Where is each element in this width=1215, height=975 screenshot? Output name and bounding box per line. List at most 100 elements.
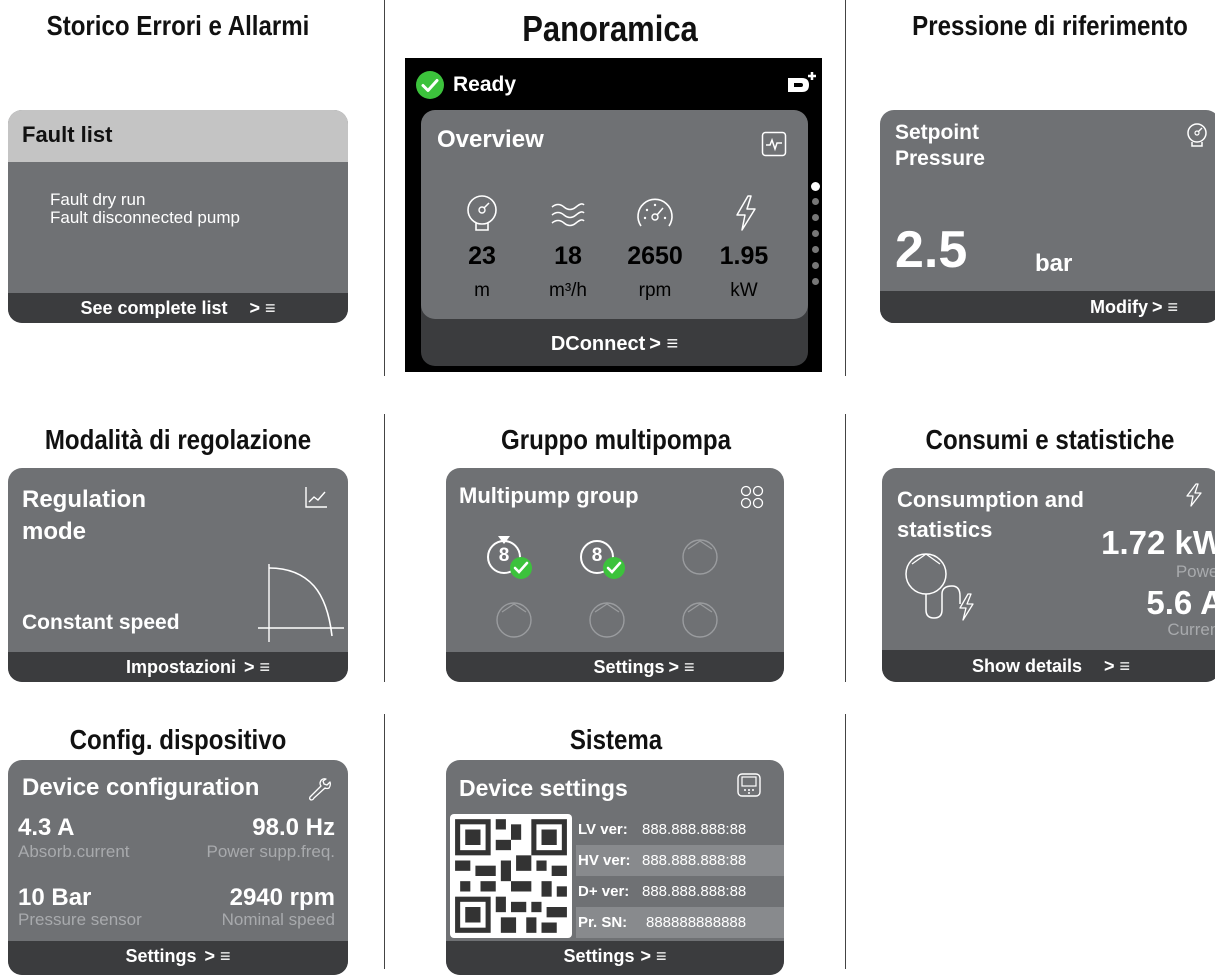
caption-config: Config. dispositivo [69,724,287,755]
footer-label: Settings [125,946,197,966]
overview-screen: Ready Overview 23 18 2650 1.95 m m³/h rp… [405,58,822,372]
metric-power-unit: kW [730,280,758,301]
dconnect-button[interactable]: DConnect > ≡ [421,322,808,366]
chevron-menu-icon: > ≡ [668,657,695,677]
page-dot [812,230,819,237]
fault-item: Fault disconnected pump [50,208,240,227]
lightning-icon [1186,483,1202,507]
chevron-menu-icon: > ≡ [1104,656,1131,676]
footer-label: Show details [971,656,1082,676]
caption-multipump: Gruppo multipompa [500,424,732,455]
power-label: Power [1175,562,1215,581]
see-complete-list-button[interactable]: See complete list > ≡ [8,293,348,323]
page-dot [812,198,819,205]
pump-1[interactable]: 8 [484,532,544,582]
power-freq-value: 98.0 Hz [252,814,335,841]
current-label: Current [1167,620,1215,639]
footer-label: Impostazioni [125,657,236,677]
footer-label: Settings [593,657,665,677]
pressure-sensor-label: Pressure sensor [18,910,142,929]
overview-card: Overview 23 18 2650 1.95 m m³/h rpm kW D… [421,110,808,366]
fault-list-header: Fault list [8,110,348,162]
caption-setpoint: Pressione di riferimento [912,10,1188,41]
pump-slot-icon[interactable] [494,600,534,640]
multipump-icon [740,485,764,509]
nominal-speed-label: Nominal speed [221,910,335,929]
gauge-icon [1187,123,1207,147]
config-title: Device configuration [22,774,260,801]
pump-slot-icon[interactable] [680,537,720,577]
fault-list-title: Fault list [22,122,113,147]
footer-label: Settings [563,946,635,966]
serial-value: 888888888888 [646,914,747,931]
overview-card-body: Overview 23 18 2650 1.95 m m³/h rpm kW [421,110,808,319]
setpoint-card: Setpoint Pressure 2.5 bar Modify > ≡ [880,110,1215,323]
caption-faults: Storico Errori e Allarmi [46,10,310,41]
version-value: 888.888.888:88 [642,821,747,838]
version-row: HV ver: 888.888.888:88 [576,845,784,876]
multipump-title: Multipump group [459,483,639,508]
dconnect-logo-icon [788,72,816,92]
show-details-button[interactable]: Show details > ≡ [882,650,1215,682]
footer-label: See complete list [80,298,228,318]
absorb-current-value: 4.3 A [18,814,75,841]
page-dot [812,278,819,285]
regulation-title-line1: Regulation [22,486,146,513]
footer-label: Modify [1089,297,1148,317]
column-divider [384,0,385,376]
line-chart-icon [305,487,327,508]
status-label: Ready [453,73,517,96]
column-divider [384,414,385,682]
footer-label: DConnect [550,333,646,355]
page-dot-active [811,182,820,191]
absorb-current-label: Absorb.current [18,842,130,861]
gauge-icon [467,195,497,231]
pump-slot-icon[interactable] [587,600,627,640]
pressure-sensor-value: 10 Bar [18,884,92,911]
regulation-title-line2: mode [22,518,87,545]
version-label: HV ver: [578,852,631,869]
consumption-card: Consumption and statistics 1.72 kW Power… [882,468,1215,682]
settings-button[interactable]: Settings > ≡ [8,941,348,975]
wrench-icon [309,778,331,801]
impostazioni-button[interactable]: Impostazioni > ≡ [8,652,348,682]
modify-button[interactable]: Modify > ≡ [880,291,1215,323]
metric-flow-unit: m³/h [549,280,587,301]
current-value: 5.6 A [1146,584,1215,621]
settings-button[interactable]: Settings > ≡ [446,941,784,975]
version-value: 888.888.888:88 [642,852,747,869]
speedometer-icon [637,198,673,227]
pump-icon [487,536,532,579]
caption-system: Sistema [569,724,663,755]
version-row: D+ ver: 888.888.888:88 [576,876,784,907]
system-card: Device settings LV ver: 888.888.888:88 H… [446,760,784,975]
page-dot [812,246,819,253]
pump-icon [580,540,625,579]
setpoint-value: 2.5 [895,221,968,279]
qr-code [450,814,572,938]
pump-2[interactable]: 8 [577,532,637,582]
flow-icon [551,203,585,227]
metric-flow-value: 18 [554,242,582,270]
settings-button[interactable]: Settings > ≡ [446,652,784,682]
metric-head-value: 23 [468,242,496,270]
chevron-menu-icon: > ≡ [249,298,276,318]
lightning-icon [736,195,756,231]
fault-list-card: Fault list Fault dry run Fault disconnec… [8,110,348,323]
pump-slot-icon[interactable] [680,600,720,640]
version-value: 888.888.888:88 [642,883,747,900]
power-value: 1.72 kW [1101,524,1215,561]
version-label: LV ver: [578,821,628,838]
column-divider [384,714,385,969]
page-indicator[interactable] [811,182,821,292]
column-divider [845,0,846,376]
pump-power-icon [905,553,974,621]
serial-label: Pr. SN: [578,914,628,931]
config-card: Device configuration 4.3 A Absorb.curren… [8,760,348,975]
regulation-mode-value: Constant speed [22,611,180,634]
qr-code-icon [455,819,567,933]
chevron-menu-icon: > ≡ [1151,297,1178,317]
consumption-title-line2: statistics [897,517,993,542]
chevron-menu-icon: > ≡ [204,946,231,966]
version-label: D+ ver: [578,883,630,900]
